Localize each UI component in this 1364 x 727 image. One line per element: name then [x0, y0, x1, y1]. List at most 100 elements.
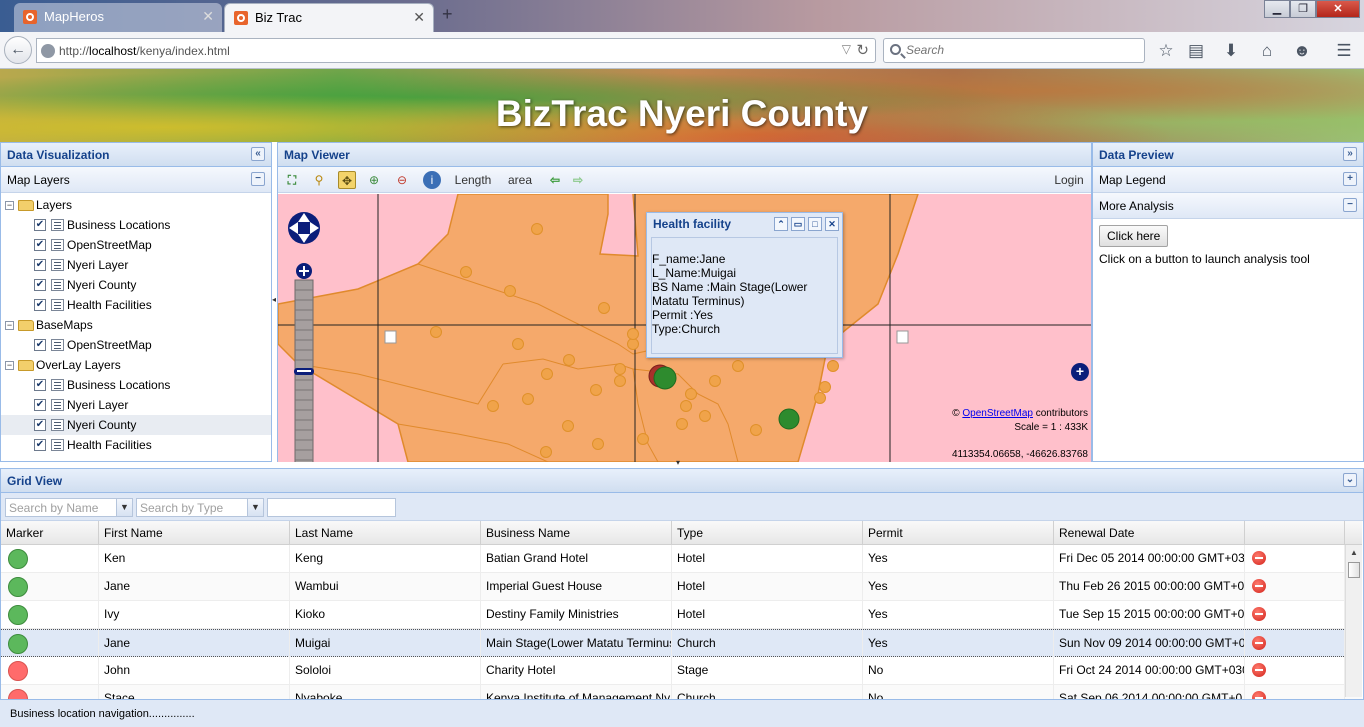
layer-checkbox[interactable]: ✔ [34, 399, 46, 411]
collapse-popup-icon[interactable]: ⌃ [774, 217, 788, 231]
layer-checkbox[interactable]: ✔ [34, 339, 46, 351]
delete-row-icon[interactable] [1252, 607, 1266, 621]
scroll-up-icon[interactable]: ▲ [1346, 545, 1362, 561]
next-extent-icon[interactable]: ⇨ [569, 171, 587, 189]
chat-icon[interactable]: ☻ [1291, 40, 1313, 62]
col-marker[interactable]: Marker [1, 521, 99, 545]
zoom-in-icon[interactable]: ⊕ [365, 171, 383, 189]
layer-checkbox[interactable]: ✔ [34, 219, 46, 231]
grid-scrollbar[interactable]: ▲ [1345, 545, 1362, 697]
home-icon[interactable]: ⌂ [1256, 40, 1278, 62]
delete-row-icon[interactable] [1252, 579, 1266, 593]
collapse-left-icon[interactable]: « [251, 147, 265, 161]
zoom-extent-icon[interactable]: ⛶ [283, 171, 301, 189]
layer-checkbox[interactable]: ✔ [34, 279, 46, 291]
table-row[interactable]: KenKengBatian Grand HotelHotelYesFri Dec… [1, 545, 1362, 573]
browser-tab-biztrac[interactable]: Biz Trac ✕ [224, 3, 434, 32]
tree-folder-overlay-layers[interactable]: − OverLay Layers [1, 355, 271, 375]
map-legend-header[interactable]: Map Legend + [1093, 167, 1363, 193]
pan-zoom-control[interactable] [284, 200, 324, 462]
tree-item[interactable]: ✔ Nyeri County [1, 415, 271, 435]
tree-folder-basemaps[interactable]: − BaseMaps [1, 315, 271, 335]
table-row[interactable]: JaneWambuiImperial Guest HouseHotelYesTh… [1, 573, 1362, 601]
delete-row-icon[interactable] [1252, 551, 1266, 565]
expand-icon[interactable]: + [1343, 172, 1357, 186]
close-popup-icon[interactable]: ✕ [825, 217, 839, 231]
dropdown-arrow-icon[interactable]: ▼ [247, 499, 263, 516]
tree-folder-layers[interactable]: − Layers [1, 195, 271, 215]
search-by-type-combo[interactable]: Search by Type ▼ [136, 498, 264, 517]
zoom-out-icon[interactable]: ⊖ [393, 171, 411, 189]
minimize-icon[interactable]: ▁ [1264, 0, 1290, 18]
new-tab-button[interactable]: + [442, 4, 453, 25]
layer-checkbox[interactable]: ✔ [34, 379, 46, 391]
table-row[interactable]: JohnSololoiCharity HotelStageNoFri Oct 2… [1, 657, 1362, 685]
splitter-collapse-icon[interactable]: ▾ [676, 460, 688, 466]
maximize-popup-icon[interactable]: □ [808, 217, 822, 231]
red-marker-icon[interactable] [8, 661, 28, 681]
tree-item[interactable]: ✔ Nyeri Layer [1, 255, 271, 275]
reload-icon[interactable]: ↻ [856, 41, 869, 59]
browser-search-input[interactable] [906, 43, 1136, 57]
green-marker-icon[interactable] [8, 634, 28, 654]
launch-analysis-button[interactable]: Click here [1099, 225, 1168, 247]
layer-switcher-plus-icon[interactable]: + [1071, 363, 1089, 381]
tree-item[interactable]: ✔ Health Facilities [1, 435, 271, 455]
back-button[interactable]: ← [4, 36, 32, 64]
more-analysis-header[interactable]: More Analysis − [1093, 193, 1363, 219]
login-button[interactable]: Login [1053, 171, 1085, 189]
delete-row-icon[interactable] [1252, 663, 1266, 677]
close-window-icon[interactable]: ✕ [1316, 0, 1360, 18]
tree-item[interactable]: ✔ OpenStreetMap [1, 335, 271, 355]
table-row[interactable]: JaneMuigaiMain Stage(Lower Matatu Termin… [1, 629, 1362, 657]
close-tab-icon[interactable]: ✕ [413, 4, 425, 31]
layer-checkbox[interactable]: ✔ [34, 239, 46, 251]
zoom-box-icon[interactable]: ⚲ [310, 171, 328, 189]
tree-item[interactable]: ✔ OpenStreetMap [1, 235, 271, 255]
bookmarks-list-icon[interactable]: ▤ [1185, 40, 1207, 62]
close-tab-icon[interactable]: ✕ [202, 3, 214, 30]
collapse-node-icon[interactable]: − [5, 201, 14, 210]
splitter-collapse-icon[interactable]: ◂ [272, 295, 277, 307]
col-first-name[interactable]: First Name [99, 521, 290, 545]
green-marker-icon[interactable] [8, 605, 28, 625]
history-dropdown-icon[interactable]: ▽ [842, 42, 851, 56]
table-row[interactable]: IvyKiokoDestiny Family MinistriesHotelYe… [1, 601, 1362, 629]
green-marker-icon[interactable] [8, 577, 28, 597]
menu-icon[interactable]: ☰ [1333, 40, 1355, 62]
col-business-name[interactable]: Business Name [481, 521, 672, 545]
layer-checkbox[interactable]: ✔ [34, 299, 46, 311]
browser-search-bar[interactable] [883, 38, 1145, 63]
map-canvas[interactable]: + Health facility ⌃ ▭ □ ✕ F_name:Jane L_… [278, 194, 1091, 462]
collapse-icon[interactable]: − [1343, 198, 1357, 212]
tree-item[interactable]: ✔ Nyeri County [1, 275, 271, 295]
free-text-filter-input[interactable] [267, 498, 396, 517]
col-renewal-date[interactable]: Renewal Date [1054, 521, 1245, 545]
previous-extent-icon[interactable]: ⇦ [546, 171, 564, 189]
browser-tab-mapheros[interactable]: MapHeros ✕ [14, 3, 222, 32]
pin-popup-icon[interactable]: ▭ [791, 217, 805, 231]
info-icon[interactable]: i [423, 171, 441, 189]
pan-icon[interactable]: ✥ [338, 171, 356, 189]
measure-area-button[interactable]: area [507, 171, 533, 189]
tree-item[interactable]: ✔ Business Locations [1, 375, 271, 395]
url-bar[interactable]: http://localhost/kenya/index.html ▽ ↻ [36, 38, 876, 63]
delete-row-icon[interactable] [1252, 636, 1266, 650]
collapse-grid-icon[interactable]: ⌄ [1343, 473, 1357, 487]
col-permit[interactable]: Permit [863, 521, 1054, 545]
osm-link[interactable]: OpenStreetMap [962, 408, 1033, 419]
restore-icon[interactable]: ❐ [1290, 0, 1316, 18]
search-by-name-combo[interactable]: Search by Name ▼ [5, 498, 133, 517]
measure-length-button[interactable]: Length [453, 171, 493, 189]
col-last-name[interactable]: Last Name [290, 521, 481, 545]
scroll-thumb[interactable] [1348, 562, 1360, 578]
collapse-icon[interactable]: − [251, 172, 265, 186]
map-layers-header[interactable]: Map Layers − [1, 167, 271, 193]
tree-item[interactable]: ✔ Business Locations [1, 215, 271, 235]
tree-item[interactable]: ✔ Nyeri Layer [1, 395, 271, 415]
green-marker-icon[interactable] [8, 549, 28, 569]
collapse-node-icon[interactable]: − [5, 321, 14, 330]
layer-checkbox[interactable]: ✔ [34, 439, 46, 451]
download-icon[interactable]: ⬇ [1220, 40, 1242, 62]
collapse-node-icon[interactable]: − [5, 361, 14, 370]
